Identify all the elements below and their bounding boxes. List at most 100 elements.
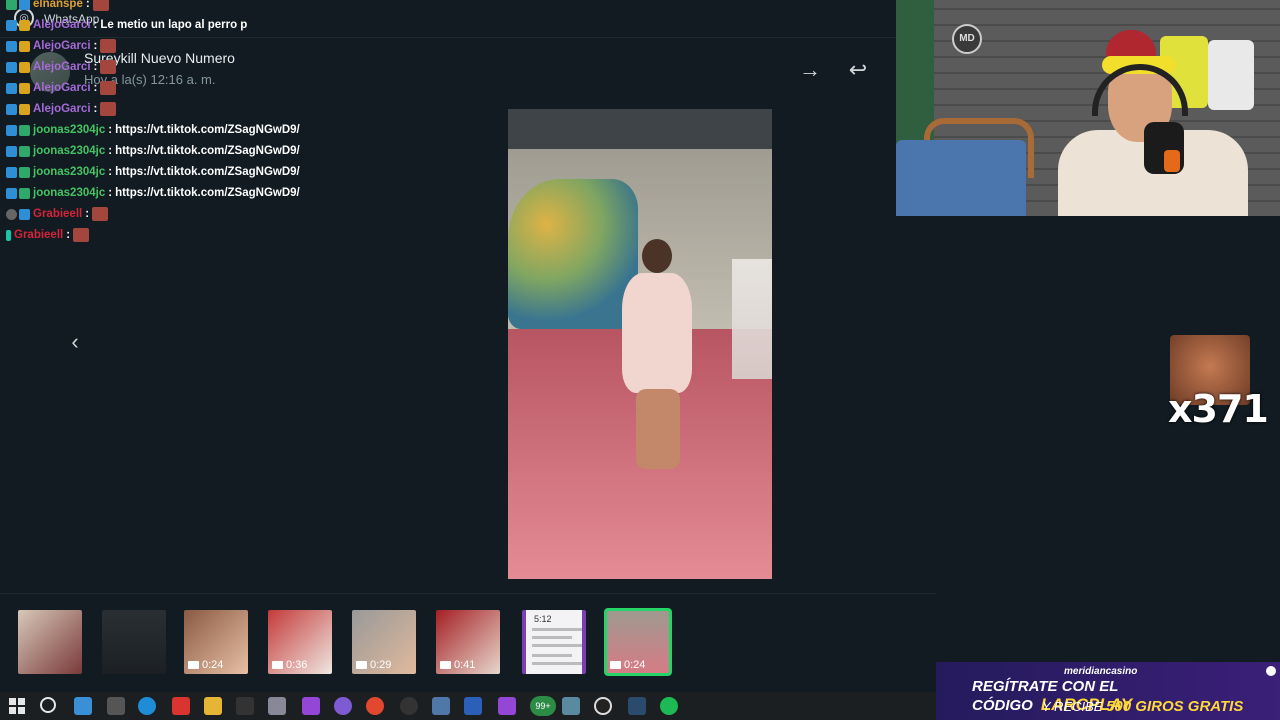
chat-separator: : — [85, 0, 90, 10]
chat-message: AlejoGarci: — [6, 79, 117, 97]
video-camera-icon — [356, 661, 367, 669]
chat-badge-icon — [6, 61, 17, 73]
chevron-left-icon: ‹ — [71, 329, 79, 354]
webcam-white-jersey — [1208, 40, 1254, 110]
chat-username[interactable]: AlejoGarci — [33, 40, 91, 52]
chat-badge-icon — [6, 82, 17, 94]
chat-username[interactable]: AlejoGarci — [33, 103, 91, 115]
thumbnail[interactable] — [102, 610, 166, 674]
app-cloud-icon[interactable] — [562, 697, 580, 715]
chat-badge-icon — [19, 166, 30, 178]
chat-message-text: https://vt.tiktok.com/ZSagNGwD9/ — [115, 145, 300, 157]
chat-badge-icon — [6, 229, 11, 241]
chat-message: joonas2304jc: https://vt.tiktok.com/ZSagN… — [6, 163, 300, 181]
chat-username[interactable]: joonas2304jc — [33, 145, 105, 157]
thumbnail[interactable]: 0:41 — [436, 610, 500, 674]
whatsapp-media-viewer: ◎ WhatsApp Sureykill Nuevo Numero Hoy a … — [0, 0, 896, 592]
thumbnail-duration-text: 0:36 — [286, 659, 308, 671]
chat-badges — [6, 145, 30, 157]
previous-media-button[interactable]: ‹ — [60, 328, 90, 358]
reply-button[interactable]: ↩ — [844, 56, 872, 84]
chat-message: AlejoGarci: — [6, 37, 117, 55]
dancer-head — [642, 239, 672, 273]
chat-username[interactable]: Grabieell — [33, 208, 82, 220]
thumbnail[interactable]: 0:36 — [268, 610, 332, 674]
forward-button[interactable]: → — [796, 56, 824, 84]
chat-message-text: https://vt.tiktok.com/ZSagNGwD9/ — [115, 187, 300, 199]
app-red-icon[interactable] — [172, 697, 190, 715]
chat-badges — [6, 0, 30, 10]
casino-ad-banner[interactable]: meridiancasino REGÍTRATE CON EL CÓDIGO LA… — [936, 662, 1280, 720]
thumbnail[interactable] — [18, 610, 82, 674]
thumbnail-duration-text: 0:24 — [202, 659, 224, 671]
obs-icon[interactable] — [400, 697, 418, 715]
app-purple-icon-2[interactable] — [498, 697, 516, 715]
chat-username[interactable]: Grabieell — [14, 229, 63, 241]
app-gray-icon[interactable] — [268, 697, 286, 715]
emote-count: x371 — [1168, 387, 1269, 431]
chat-badge-icon — [19, 208, 30, 220]
chat-separator: : — [108, 187, 113, 199]
threads-icon[interactable] — [594, 697, 612, 715]
chat-separator: : — [108, 166, 113, 178]
chat-badge-icon — [19, 19, 30, 31]
chat-username[interactable]: AlejoGarci — [33, 61, 91, 73]
chat-separator: : — [93, 103, 98, 115]
arrow-right-icon: → — [799, 57, 821, 82]
chat-message-text: https://vt.tiktok.com/ZSagNGwD9/ — [115, 124, 300, 136]
thumbnail[interactable]: 5:12 — [522, 610, 586, 674]
whatsapp-notification-badge[interactable]: 99+ — [530, 696, 556, 716]
ad-brand: meridiancasino — [1064, 666, 1138, 677]
chat-badge-icon — [6, 103, 17, 115]
chat-separator: : — [93, 82, 98, 94]
store-icon[interactable] — [74, 697, 92, 715]
thumbnail[interactable]: 0:24 — [184, 610, 248, 674]
word-icon[interactable] — [464, 697, 482, 715]
spotify-icon[interactable] — [660, 697, 678, 715]
chat-emote-icon — [92, 0, 109, 11]
thumbnail-duration-text: 0:24 — [624, 659, 646, 671]
chat-badges — [6, 40, 30, 52]
chat-emote-icon — [73, 228, 90, 242]
chat-emote-icon — [100, 39, 117, 53]
chat-separator: : — [66, 229, 71, 241]
thumbnail-duration: 0:29 — [356, 659, 391, 671]
chat-username[interactable]: elnanspe — [33, 0, 83, 10]
windows-start-icon[interactable] — [8, 697, 26, 715]
thumbnail-selected[interactable]: 0:24 — [604, 608, 672, 676]
chat-badge-icon — [19, 40, 30, 52]
chat-message-text: https://vt.tiktok.com/ZSagNGwD9/ — [115, 166, 300, 178]
folder-icon[interactable] — [204, 697, 222, 715]
thumbnail[interactable]: 0:29 — [352, 610, 416, 674]
image-dancer — [618, 239, 698, 469]
game-icon[interactable] — [107, 697, 125, 715]
chat-username[interactable]: AlejoGarci — [33, 82, 91, 94]
chat-badges — [6, 19, 30, 31]
chat-badge-icon — [19, 145, 30, 157]
discord-icon[interactable] — [334, 697, 352, 715]
chrome-icon[interactable] — [366, 697, 384, 715]
edge-icon[interactable] — [138, 697, 156, 715]
chat-badges — [6, 61, 30, 73]
chat-username[interactable]: joonas2304jc — [33, 124, 105, 136]
thumbnail-duration: 0:36 — [272, 659, 307, 671]
chat-badge-icon — [6, 0, 17, 10]
chat-badge-icon — [19, 61, 30, 73]
chat-badge-icon — [6, 187, 17, 199]
windows-taskbar: 99+ — [0, 692, 936, 720]
chat-badges — [6, 187, 30, 199]
back-icon[interactable] — [236, 697, 254, 715]
chat-badge-icon — [6, 208, 17, 220]
search-icon[interactable] — [40, 697, 56, 713]
steam-icon[interactable] — [628, 697, 646, 715]
chat-username[interactable]: joonas2304jc — [33, 166, 105, 178]
chat-badge-icon — [19, 187, 30, 199]
chat-username[interactable]: AlejoGarci — [33, 19, 91, 31]
app-purple-icon[interactable] — [302, 697, 320, 715]
thumbnail-duration: 0:24 — [610, 659, 645, 671]
chat-badges — [6, 103, 30, 115]
dancer-legs — [636, 389, 680, 469]
close-icon[interactable] — [1266, 666, 1276, 676]
chat-username[interactable]: joonas2304jc — [33, 187, 105, 199]
calculator-icon[interactable] — [432, 697, 450, 715]
